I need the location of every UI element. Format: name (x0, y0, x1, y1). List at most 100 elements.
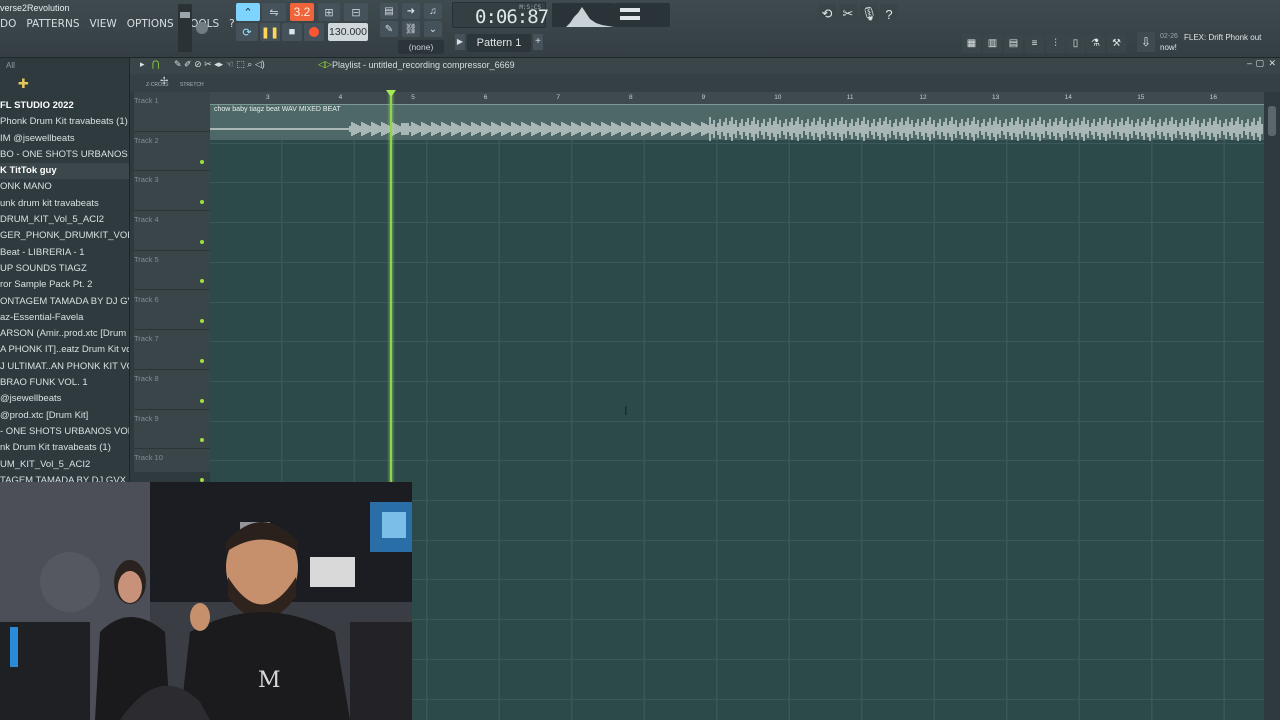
browser-item[interactable]: UM_KIT_Vol_5_ACI2 (0, 457, 129, 473)
audio-clip[interactable]: chow baby tiagz beat WAV MIXED BEAT (210, 104, 1264, 141)
playhead-marker-icon[interactable] (386, 90, 396, 97)
link-icon[interactable]: ⛓ (402, 21, 420, 37)
add-pattern-button[interactable]: + (533, 34, 543, 50)
track-header[interactable]: Track 2 (134, 132, 210, 172)
browser-item[interactable]: FL STUDIO 2022 (0, 98, 129, 114)
snap-icon[interactable]: ⌄ (424, 21, 442, 37)
playlist-tools-icons[interactable]: ✎ ✐ ⊘ ✂ ◂▸ ☜ ⬚ ⌕ ◁) (174, 59, 265, 70)
browser-item[interactable]: GER_PHONK_DRUMKIT_VOL_3 (0, 228, 129, 244)
undo-icon[interactable]: ⟲ (818, 4, 836, 24)
close-icon[interactable]: ✕ (1268, 58, 1276, 69)
browser-item[interactable]: Phonk Drum Kit travabeats (1) (0, 114, 129, 130)
track-led-icon[interactable] (200, 200, 204, 205)
browser-item[interactable]: unk drum kit travabeats (0, 196, 129, 212)
browser-item[interactable]: ARSON (Amir..prod.xtc [Drum Kit] (0, 326, 129, 342)
track-led-icon[interactable] (200, 239, 204, 244)
browser-item[interactable]: - ONE SHOTS URBANOS VOL. 2 (0, 424, 129, 440)
track-led-icon[interactable] (200, 398, 204, 403)
browser-item[interactable]: IM @jsewellbeats (0, 131, 129, 147)
browser-item[interactable]: ONK MANO (0, 179, 129, 195)
step-edit-button[interactable]: ⊟ (344, 3, 368, 21)
plugin-icon[interactable]: ⚗ (1086, 34, 1105, 53)
browser-item[interactable]: ONTAGEM TAMADA BY DJ GVX (0, 294, 129, 310)
browser-item[interactable]: Beat - LIBRERIA - 1 (0, 245, 129, 261)
record-icon (309, 27, 319, 37)
browser-filter[interactable]: All (6, 61, 15, 70)
magnet-icon[interactable]: ⋂ (152, 59, 159, 70)
track-name: Track 7 (134, 334, 159, 344)
pattern-arrow-button[interactable]: ▶ (455, 34, 465, 50)
track-header[interactable]: Track 5 (134, 251, 210, 291)
playlist-menu-arrow-icon[interactable]: ▸ (140, 59, 145, 70)
metronome-button[interactable]: ⟳ (236, 23, 258, 41)
stop-button[interactable]: ■ (282, 23, 302, 41)
browser-item[interactable]: K TitTok guy (0, 163, 129, 180)
track-header[interactable]: Track 6 (134, 291, 210, 331)
menu-patterns[interactable]: PATTERNS (26, 18, 79, 30)
play-button[interactable]: ❚❚ (260, 23, 280, 41)
track-led-icon[interactable] (200, 438, 204, 443)
time-unit: M:S:CS (519, 4, 541, 11)
piano-roll-icon[interactable]: ▤ (380, 3, 398, 19)
playlist-window-icon[interactable]: ▦ (962, 34, 981, 53)
menu-help[interactable]: ? (229, 18, 235, 30)
favorites-icon[interactable]: ✚ (18, 76, 29, 92)
browser-icon[interactable]: ▯ (1066, 34, 1085, 53)
track-led-icon[interactable] (200, 358, 204, 363)
pencil-icon[interactable]: ✎ (380, 21, 398, 37)
track-led-icon[interactable] (200, 279, 204, 284)
browser-item[interactable]: @jsewellbeats (0, 391, 129, 407)
browser-item[interactable]: DRUM_KIT_Vol_5_ACI2 (0, 212, 129, 228)
browser-item[interactable]: A PHONK IT]..eatz Drum Kit vol 1 (0, 342, 129, 358)
menu-file[interactable]: DO (0, 18, 16, 30)
master-pitch-knob[interactable] (196, 22, 208, 34)
news-panel[interactable]: ⇩ 02-26 FLEX: Drift Phonk out now! (1137, 30, 1275, 56)
snap-select[interactable]: (none) (398, 40, 444, 54)
channel-rack-icon[interactable]: ▤ (1004, 34, 1023, 53)
menu-view[interactable]: VIEW (89, 18, 116, 30)
track-header[interactable]: Track 1 (134, 92, 210, 132)
timeline-ruler[interactable]: 3 4 5 6 7 8 9 10 11 12 13 14 15 16 (210, 92, 1264, 104)
browser-item[interactable]: BRAO FUNK VOL. 1 (0, 375, 129, 391)
browser-item[interactable]: UP SOUNDS TIAGZ (0, 261, 129, 277)
countdown-button[interactable]: 3.2 (290, 3, 314, 21)
track-name: Track 10 (134, 453, 163, 463)
cut-icon[interactable]: ✂ (839, 4, 857, 24)
vertical-scrollbar[interactable] (1264, 92, 1280, 720)
microphone-icon[interactable]: 🎙 (860, 4, 878, 24)
piano-roll-window-icon[interactable]: ▥ (983, 34, 1002, 53)
track-header[interactable]: Track 8 (134, 370, 210, 410)
midi-keyboard-icon[interactable]: ♫ (424, 3, 442, 19)
browser-item[interactable]: nk Drum Kit travabeats (1) (0, 440, 129, 456)
tools-icon[interactable]: ⚒ (1107, 34, 1126, 53)
track-header[interactable]: Track 9 (134, 410, 210, 450)
minimize-icon[interactable]: – (1247, 58, 1252, 68)
wait-input-button[interactable]: ⊞ (318, 3, 340, 21)
maximize-icon[interactable]: ▢ (1255, 58, 1264, 69)
grid-row-line (210, 341, 1264, 343)
menu-options[interactable]: OPTIONS (127, 18, 174, 30)
track-header[interactable]: Track 3 (134, 171, 210, 212)
mixer-icon[interactable]: ≡ (1025, 34, 1044, 53)
browser-item[interactable]: ror Sample Pack Pt. 2 (0, 277, 129, 293)
time-seconds: 0:06 (475, 6, 518, 28)
browser-item[interactable]: @prod.xtc [Drum Kit] (0, 408, 129, 424)
arrow-tool-icon[interactable]: ➜ (402, 3, 420, 19)
browser-item[interactable]: J ULTIMAT..AN PHONK KIT VOL. 3 (0, 359, 129, 375)
master-volume-slider[interactable] (178, 4, 192, 52)
track-header[interactable]: Track 7 (134, 330, 210, 370)
track-led-icon[interactable] (200, 160, 204, 165)
browser-item[interactable]: BO - ONE SHOTS URBANOS VOL. 2 (0, 147, 129, 163)
scrollbar-thumb[interactable] (1268, 106, 1276, 136)
tempo-display[interactable]: 130.000 (328, 23, 368, 41)
help-icon[interactable]: ? (880, 4, 898, 24)
pattern-select[interactable]: Pattern 1 (467, 34, 531, 52)
track-led-icon[interactable] (200, 319, 204, 324)
record-button[interactable] (304, 23, 324, 41)
mixer-faders-icon[interactable]: ⫶ (1046, 34, 1065, 53)
browser-item[interactable]: az-Essential-Favela (0, 310, 129, 326)
song-time-display[interactable]: 0:06:87 M:S:CS (452, 2, 549, 28)
pattern-song-toggle[interactable]: ⌃ (236, 3, 260, 21)
loop-record-button[interactable]: ⇋ (262, 3, 286, 21)
track-header[interactable]: Track 4 (134, 211, 210, 251)
